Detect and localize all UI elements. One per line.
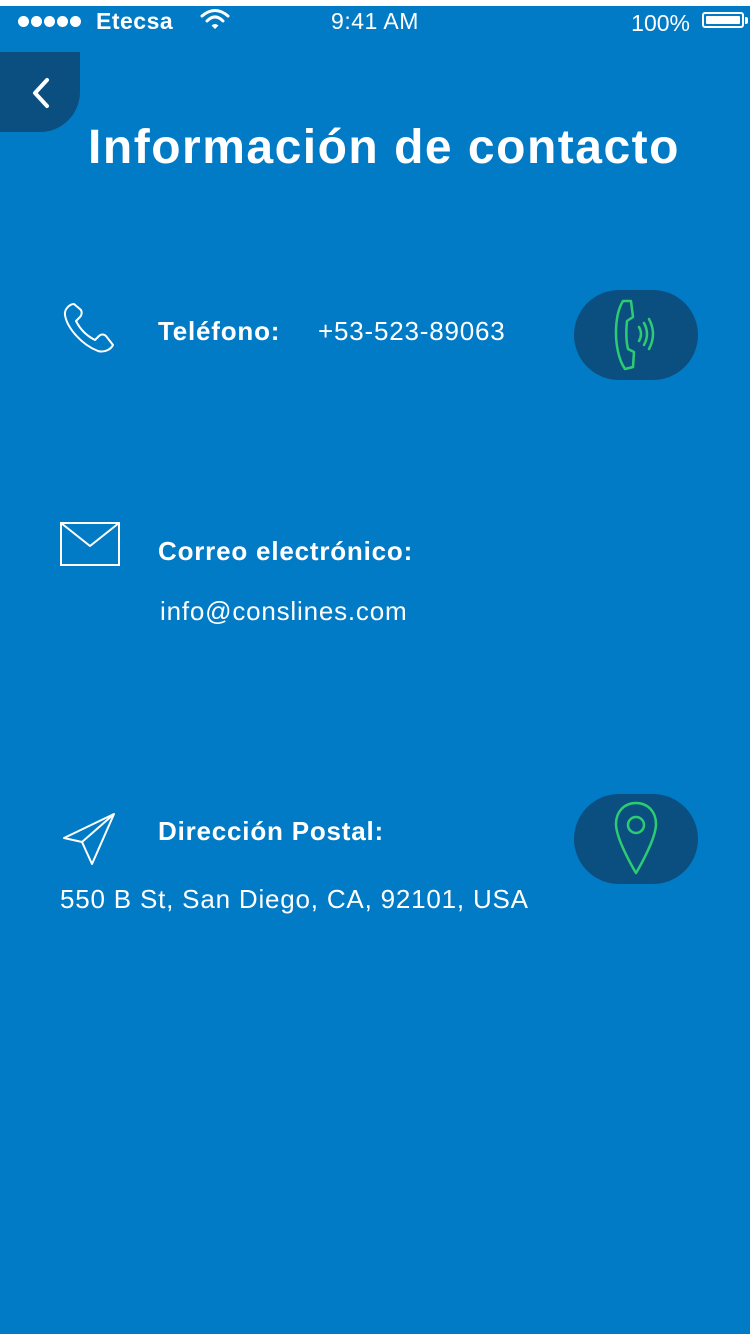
envelope-icon xyxy=(60,522,122,573)
chevron-left-icon xyxy=(33,78,49,108)
status-bar: Etecsa 9:41 AM 100% xyxy=(0,6,750,40)
email-value[interactable]: info@conslines.com xyxy=(160,596,407,627)
battery-icon xyxy=(702,12,748,28)
call-button[interactable] xyxy=(574,290,698,380)
phone-label: Teléfono: xyxy=(158,316,281,346)
postal-value: 550 B St, San Diego, CA, 92101, USA xyxy=(60,884,529,914)
paper-plane-icon xyxy=(62,812,118,871)
contact-screen: Etecsa 9:41 AM 100% Información de conta… xyxy=(0,0,750,1334)
location-pin-icon xyxy=(614,801,658,875)
page-title: Información de contacto xyxy=(88,121,680,174)
phone-value: +53-523-89063 xyxy=(318,316,506,346)
email-label: Correo electrónico: xyxy=(158,536,414,566)
phone-ringing-icon xyxy=(614,299,655,371)
map-button[interactable] xyxy=(574,794,698,884)
postal-label: Dirección Postal: xyxy=(158,816,384,846)
battery-percentage: 100% xyxy=(631,10,690,36)
phone-icon xyxy=(60,300,118,361)
